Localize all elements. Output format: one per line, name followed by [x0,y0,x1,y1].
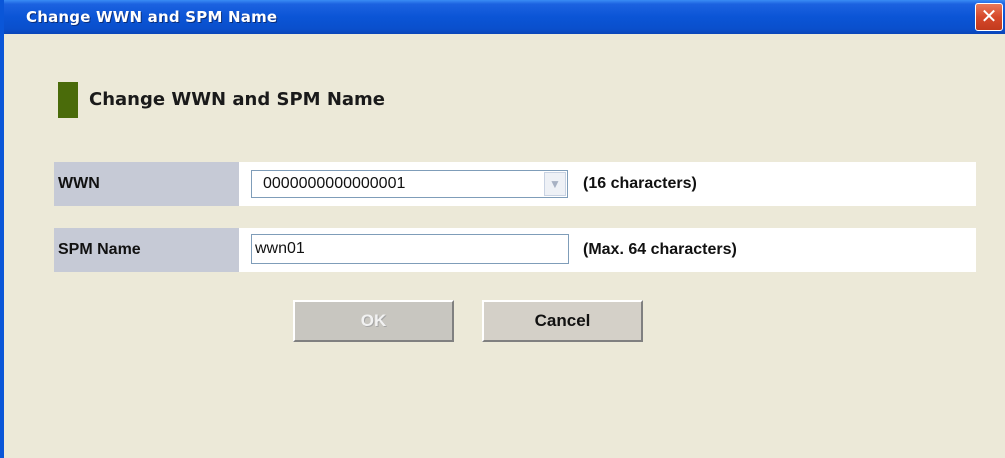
cancel-button[interactable]: Cancel [482,300,643,342]
wwn-dropdown[interactable]: 0000000000000001 ▼ [251,170,568,198]
chevron-down-icon[interactable]: ▼ [544,172,566,196]
window-title: Change WWN and SPM Name [26,8,278,26]
close-icon: ✕ [980,4,998,28]
dialog-window: Change WWN and SPM Name ✕ Change WWN and… [0,0,1005,458]
spm-name-input[interactable] [251,234,569,264]
wwn-row: WWN 0000000000000001 ▼ (16 characters) [54,162,976,206]
title-bar[interactable]: Change WWN and SPM Name ✕ [4,0,1005,34]
section-title: Change WWN and SPM Name [89,89,386,110]
ok-button[interactable]: OK [293,300,454,342]
wwn-label: WWN [54,162,239,206]
wwn-hint: (16 characters) [583,175,697,192]
spm-name-row: SPM Name (Max. 64 characters) [54,228,976,272]
close-button[interactable]: ✕ [975,3,1003,31]
spm-name-label: SPM Name [54,228,239,272]
wwn-selected-value: 0000000000000001 [263,175,406,192]
section-marker [58,82,78,118]
spm-name-hint: (Max. 64 characters) [583,241,737,258]
